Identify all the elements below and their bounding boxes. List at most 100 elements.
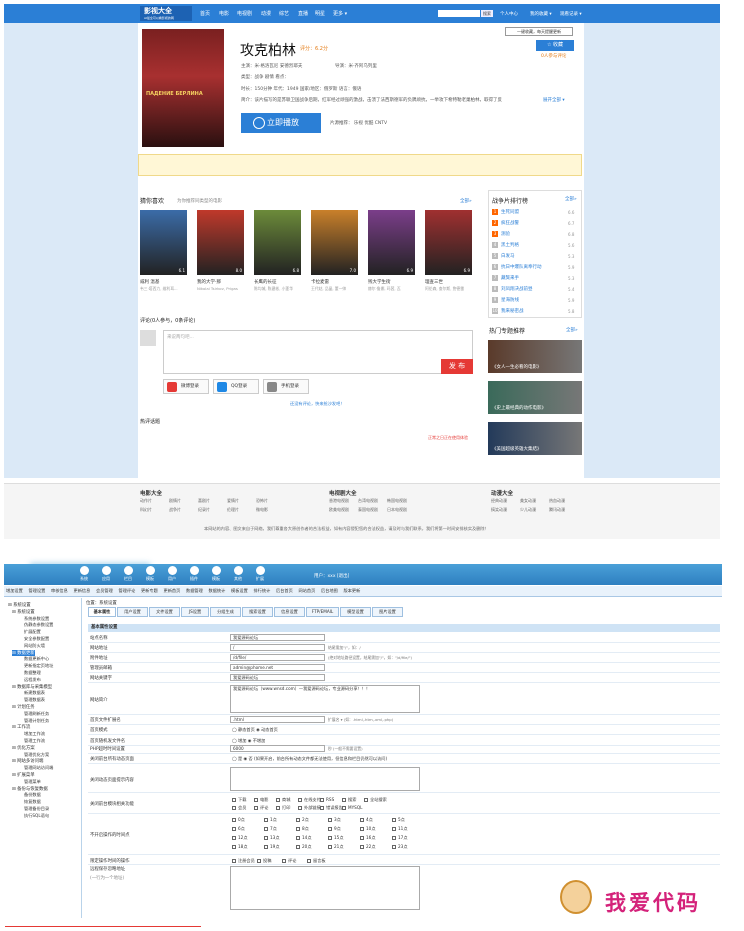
- ranking-more-link[interactable]: 全部»: [565, 196, 577, 202]
- comment-count-link[interactable]: 0人参与评论: [541, 53, 566, 59]
- intro-textarea[interactable]: 我爱源码论坛（www.wnsd.com）—我爱源码论坛，专业源码分享！！！: [230, 685, 420, 713]
- admin-module-icon[interactable]: 模板: [140, 566, 160, 584]
- nav-link[interactable]: 电影: [219, 10, 229, 17]
- op-checkbox[interactable]: 注册会员: [232, 858, 255, 864]
- module-checkbox[interactable]: 全站搜索: [364, 797, 387, 803]
- sidebar-tree-item[interactable]: 更新指定页地址: [24, 663, 53, 669]
- submenu-item[interactable]: 数据管理: [186, 588, 203, 594]
- nav-link[interactable]: 首页: [200, 10, 210, 17]
- admin-module-icon[interactable]: 模板: [206, 566, 226, 584]
- sidebar-tree-item[interactable]: ⊟ 数据更新: [12, 649, 35, 656]
- topics-more-link[interactable]: 全部»: [566, 327, 578, 333]
- submenu-item[interactable]: 更新专题: [141, 588, 158, 594]
- movie-thumbnail[interactable]: 7.0: [311, 210, 358, 275]
- sidebar-tree-item[interactable]: 新建数据表: [24, 690, 45, 696]
- footer-link[interactable]: 战争片: [169, 507, 181, 513]
- op-checkbox[interactable]: 评论: [282, 858, 296, 864]
- admin-module-icon[interactable]: 栏目: [118, 566, 138, 584]
- sidebar-tree-item[interactable]: 管理优化方案: [24, 752, 49, 758]
- movie-name[interactable]: 我的大学·那: [197, 279, 221, 285]
- admin-module-icon[interactable]: 系统: [74, 566, 94, 584]
- remote-textarea[interactable]: [230, 866, 420, 910]
- ranking-item[interactable]: 5 白发马: [492, 253, 515, 259]
- ranking-item[interactable]: 6 抗日中爆队离奉行动: [492, 264, 542, 270]
- admin-module-icon[interactable]: 应用: [96, 566, 116, 584]
- module-checkbox[interactable]: 评论: [254, 805, 268, 811]
- hour-checkbox[interactable]: 21点: [328, 844, 344, 850]
- form-input[interactable]: 6000: [230, 745, 325, 752]
- movie-name[interactable]: 残大学生街: [368, 279, 391, 285]
- comment-textarea[interactable]: [163, 330, 473, 374]
- nav-link[interactable]: 更多 ▾: [333, 10, 347, 17]
- search-button[interactable]: 搜索: [481, 10, 493, 17]
- settings-tab[interactable]: 分组生成: [210, 607, 241, 617]
- movie-name[interactable]: 理查三世: [425, 279, 443, 285]
- sidebar-tree-item[interactable]: 管理网站访问端: [24, 765, 53, 771]
- submenu-item[interactable]: 增加设置: [6, 588, 23, 594]
- form-input[interactable]: 我爱源码论坛: [230, 674, 325, 681]
- topic-card[interactable]: 《女人一生必看的电影》: [488, 340, 582, 373]
- hour-checkbox[interactable]: 15点: [328, 835, 344, 841]
- submenu-item[interactable]: 管理设置: [29, 588, 46, 594]
- sidebar-tree-item[interactable]: 系统参数设置: [24, 616, 49, 622]
- module-checkbox[interactable]: MYSQL: [342, 805, 362, 810]
- sidebar-tree-item[interactable]: ⊟ 扩展菜单: [12, 772, 35, 778]
- topic-card[interactable]: 《美国超级英雄大集结》: [488, 422, 582, 455]
- sidebar-tree-item[interactable]: ⊟ 系统设置: [12, 609, 35, 615]
- sidebar-tree-item[interactable]: ⊟ 计划任务: [12, 704, 35, 710]
- sidebar-tree-item[interactable]: ⊟ 系统设置: [8, 602, 31, 608]
- footer-link[interactable]: 动作片: [140, 498, 152, 504]
- movie-name[interactable]: 威利 温基: [140, 279, 159, 285]
- movie-thumbnail[interactable]: 6.9: [425, 210, 472, 275]
- movie-thumbnail[interactable]: 8.0: [197, 210, 244, 275]
- hour-checkbox[interactable]: 3点: [328, 817, 341, 823]
- module-checkbox[interactable]: 会员: [232, 805, 246, 811]
- hour-checkbox[interactable]: 4点: [360, 817, 373, 823]
- history-dropdown[interactable]: 观看记录 ▾: [560, 11, 582, 17]
- submenu-item[interactable]: 模板设置: [231, 588, 248, 594]
- sidebar-tree-item[interactable]: 管理刷新任务: [24, 711, 49, 717]
- footer-link[interactable]: 日本电视剧: [387, 507, 407, 513]
- hour-checkbox[interactable]: 16点: [360, 835, 376, 841]
- admin-module-icon[interactable]: 用户: [162, 566, 182, 584]
- sidebar-tree-item[interactable]: 增加工作流: [24, 731, 45, 737]
- op-checkbox[interactable]: 投稿: [257, 858, 271, 864]
- ranking-item[interactable]: 8 刘凤翔决战前昼: [492, 286, 533, 292]
- settings-tab[interactable]: 文件设置: [149, 607, 180, 617]
- movie-thumbnail[interactable]: 6.1: [140, 210, 187, 275]
- module-checkbox[interactable]: RSS: [320, 797, 334, 802]
- module-checkbox[interactable]: 错误报告: [320, 805, 343, 811]
- nav-link[interactable]: 动漫: [261, 10, 271, 17]
- module-checkbox[interactable]: 打印: [276, 805, 290, 811]
- ranking-item[interactable]: 2 疯狂战警: [492, 220, 519, 226]
- recommend-more-link[interactable]: 全部»: [460, 198, 472, 204]
- radio-group[interactable]: ◯ 是 ◉ 否 (如果开启，前台所有动态文件都无法使用，但信息和栏目仍然可以访问…: [232, 756, 387, 762]
- post-comment-button[interactable]: 发 布: [441, 359, 473, 374]
- hour-checkbox[interactable]: 9点: [328, 826, 341, 832]
- hour-checkbox[interactable]: 11点: [392, 826, 408, 832]
- login-button[interactable]: 手机登录: [263, 379, 309, 394]
- login-button[interactable]: QQ登录: [213, 379, 259, 394]
- footer-link[interactable]: 爱情片: [227, 498, 239, 504]
- settings-tab[interactable]: 信息设置: [274, 607, 305, 617]
- sidebar-tree-item[interactable]: 伪静态参数设置: [24, 622, 53, 628]
- sidebar-tree-item[interactable]: ⊟ 网站多访问端: [12, 758, 43, 764]
- module-checkbox[interactable]: 下载: [232, 797, 246, 803]
- submenu-item[interactable]: 版本更新: [344, 588, 361, 594]
- favorite-button[interactable]: ☆ 收藏: [536, 40, 574, 51]
- footer-link[interactable]: 搞笑动漫: [491, 507, 507, 513]
- sidebar-tree-item[interactable]: 数据更新中心: [24, 656, 49, 662]
- hour-checkbox[interactable]: 14点: [296, 835, 312, 841]
- settings-tab[interactable]: FTP/EMAIL: [306, 607, 339, 617]
- footer-link[interactable]: 香港电视剧: [329, 498, 349, 504]
- close-dyn-textarea[interactable]: [230, 767, 420, 791]
- sidebar-tree-item[interactable]: 执行SQL语句: [24, 813, 49, 819]
- sidebar-tree-item[interactable]: 管理数据表: [24, 697, 45, 703]
- hour-checkbox[interactable]: 20点: [296, 844, 312, 850]
- ranking-item[interactable]: 9 星海防线: [492, 297, 519, 303]
- form-input[interactable]: .html: [230, 716, 325, 723]
- hour-checkbox[interactable]: 23点: [392, 844, 408, 850]
- footer-link[interactable]: 热血动漫: [549, 498, 565, 504]
- expand-synopsis-link[interactable]: 展开全部 ▾: [543, 97, 565, 103]
- play-button[interactable]: 立即播放: [241, 113, 321, 133]
